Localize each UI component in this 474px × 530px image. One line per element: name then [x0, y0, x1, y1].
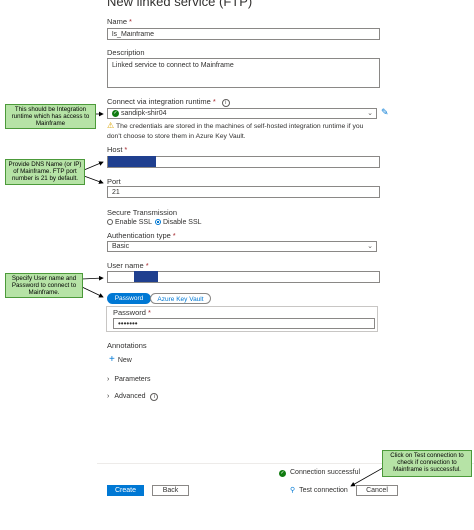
- arrow-username: [81, 275, 104, 281]
- note-credentials: Specify User name and Password to connec…: [5, 273, 83, 298]
- arrow-host-2: [83, 175, 104, 184]
- note-host: Provide DNS Name (or IP) of Mainframe. F…: [5, 159, 85, 185]
- note-test-connection: Click on Test connection to check if con…: [382, 450, 472, 477]
- arrow-password: [81, 286, 104, 298]
- note-ir: This should be Integration runtime which…: [5, 104, 96, 129]
- arrow-host-1: [83, 161, 104, 171]
